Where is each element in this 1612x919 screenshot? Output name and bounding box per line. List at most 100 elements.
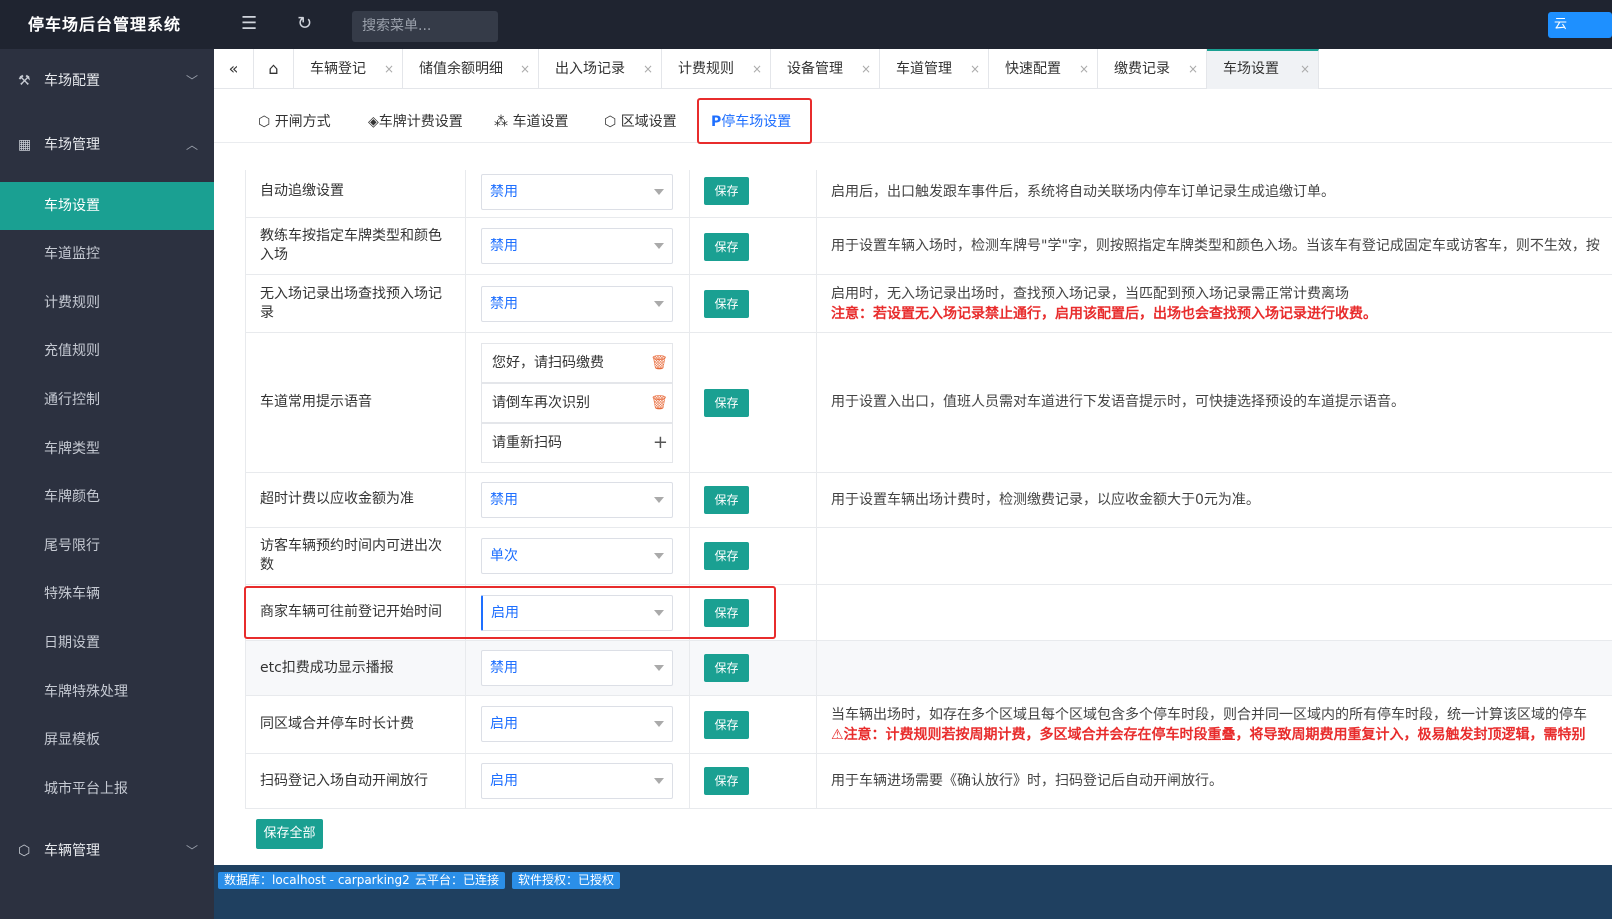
chevron-down-icon <box>654 553 664 559</box>
sidebar-group-vehicle-management[interactable]: ⬡ 车辆管理 ﹀ <box>0 819 214 883</box>
sidebar-group-lot-config[interactable]: ⚒ 车场配置 ﹀ <box>0 49 214 113</box>
column-divider <box>245 170 246 809</box>
chevron-down-icon <box>654 301 664 307</box>
subtab-zone-settings[interactable]: ⬡ 区域设置 <box>604 111 677 133</box>
column-divider <box>816 170 817 809</box>
voice-item[interactable]: 您好，请扫码缴费 🗑 <box>481 343 673 383</box>
setting-description: 用于设置车辆入场时，检测车牌号"学"字，则按照指定车牌类型和颜色入场。当该车有登… <box>831 238 1600 254</box>
setting-label: 访客车辆预约时间内可进出次数 <box>260 538 442 573</box>
sidebar-item-tail-restriction[interactable]: 尾号限行 <box>0 522 214 570</box>
tab-payment-records[interactable]: 缴费记录 × <box>1098 49 1207 89</box>
cube-icon: ⬡ <box>18 843 31 859</box>
save-button[interactable]: 保存 <box>704 654 749 682</box>
voice-item[interactable]: 请重新扫码 + <box>481 423 673 463</box>
close-icon[interactable]: × <box>970 49 980 89</box>
voice-item[interactable]: 请倒车再次识别 🗑 <box>481 383 673 423</box>
sidebar-item-display-template[interactable]: 屏显模板 <box>0 716 214 764</box>
tab-entry-exit-records[interactable]: 出入场记录 × <box>539 49 662 89</box>
setting-label: 自动追缴设置 <box>260 183 344 199</box>
setting-select[interactable]: 禁用 <box>481 650 673 686</box>
close-icon[interactable]: × <box>861 49 871 89</box>
setting-select[interactable]: 禁用 <box>481 482 673 518</box>
save-button[interactable]: 保存 <box>704 486 749 514</box>
status-bar: 数据库：localhost - carparking2 云平台：已连接 软件授权… <box>214 865 1612 919</box>
tab-device-management[interactable]: 设备管理 × <box>771 49 880 89</box>
tab-lot-settings[interactable]: 车场设置 × <box>1207 49 1319 89</box>
chevron-up-icon: ︿ <box>185 138 198 152</box>
save-button[interactable]: 保存 <box>704 711 749 739</box>
setting-description: 用于车辆进场需要《确认放行》时，扫码登记后自动开闸放行。 <box>831 773 1223 789</box>
chevron-down-icon <box>654 665 664 671</box>
tabs-scroll-left-icon[interactable]: « <box>214 49 254 89</box>
chevron-down-icon <box>654 243 664 249</box>
cloud-button[interactable]: 云 <box>1548 12 1612 38</box>
table-row: 无入场记录出场查找预入场记录 禁用 保存 启用时，无入场记录出场时，查找预入场记… <box>245 275 1612 333</box>
sidebar-item-recharge-rules[interactable]: 充值规则 <box>0 327 214 375</box>
layers-icon: ◈ <box>368 114 379 130</box>
setting-select[interactable]: 单次 <box>481 538 673 574</box>
tab-billing-rules[interactable]: 计费规则 × <box>662 49 771 89</box>
setting-select[interactable]: 禁用 <box>481 174 673 210</box>
save-button[interactable]: 保存 <box>704 233 749 261</box>
sidebar-group-lot-management[interactable]: ▦ 车场管理 ︿ <box>0 113 214 177</box>
close-icon[interactable]: × <box>752 49 762 89</box>
plus-icon[interactable]: + <box>653 424 668 462</box>
save-button[interactable]: 保存 <box>704 177 749 205</box>
menu-search-input[interactable]: 搜索菜单... <box>352 11 498 42</box>
close-icon[interactable]: × <box>1300 51 1310 87</box>
save-button[interactable]: 保存 <box>704 542 749 570</box>
setting-select[interactable]: 启用 <box>481 706 673 742</box>
status-database: 数据库：localhost - carparking2 <box>218 872 416 889</box>
save-button[interactable]: 保存 <box>704 389 749 417</box>
save-all-button[interactable]: 保存全部 <box>256 819 323 849</box>
table-row: 访客车辆预约时间内可进出次数 单次 保存 <box>245 528 1612 585</box>
nodes-icon: ⁂ <box>494 114 513 130</box>
menu-collapse-icon[interactable]: ☰ <box>241 13 257 35</box>
sidebar-item-city-platform[interactable]: 城市平台上报 <box>0 765 214 813</box>
highlight-box-merchant-row <box>244 586 776 639</box>
sidebar-item-lot-settings[interactable]: 车场设置 <box>0 182 214 230</box>
table-row: 扫码登记入场自动开闸放行 启用 保存 用于车辆进场需要《确认放行》时，扫码登记后… <box>245 754 1612 809</box>
close-icon[interactable]: × <box>1188 49 1198 89</box>
close-icon[interactable]: × <box>643 49 653 89</box>
trash-icon[interactable]: 🗑 <box>650 384 668 422</box>
home-icon[interactable]: ⌂ <box>254 49 294 89</box>
tab-vehicle-registration[interactable]: 车辆登记 × <box>294 49 403 89</box>
sidebar-item-plate-types[interactable]: 车牌类型 <box>0 425 214 473</box>
trash-icon[interactable]: 🗑 <box>650 344 668 382</box>
tab-lane-management[interactable]: 车道管理 × <box>880 49 989 89</box>
tab-stored-balance[interactable]: 储值余额明细 × <box>403 49 539 89</box>
setting-select[interactable]: 启用 <box>481 763 673 799</box>
subtab-plate-billing[interactable]: ◈车牌计费设置 <box>368 111 463 133</box>
setting-select[interactable]: 禁用 <box>481 286 673 322</box>
chevron-down-icon: ﹀ <box>185 844 198 858</box>
column-divider <box>689 170 690 809</box>
grid-icon: ▦ <box>18 137 32 153</box>
close-icon[interactable]: × <box>384 49 394 89</box>
sidebar-item-special-vehicles[interactable]: 特殊车辆 <box>0 570 214 618</box>
sidebar-item-lane-monitor[interactable]: 车道监控 <box>0 230 214 278</box>
table-row: 教练车按指定车牌类型和颜色入场 禁用 保存 用于设置车辆入场时，检测车牌号"学"… <box>245 218 1612 275</box>
setting-description: 启用时，无入场记录出场时，查找预入场记录，当匹配到预入场记录需正常计费离场 <box>831 286 1349 302</box>
setting-select[interactable]: 禁用 <box>481 228 673 264</box>
subtab-lane-settings[interactable]: ⁂ 车道设置 <box>494 111 568 133</box>
close-icon[interactable]: × <box>1079 49 1089 89</box>
save-button[interactable]: 保存 <box>704 767 749 795</box>
table-row: 车道常用提示语音 您好，请扫码缴费 🗑 请倒车再次识别 🗑 请重新扫码 + 保存 用于… <box>245 333 1612 473</box>
status-cloud: 云平台：已连接 <box>409 872 506 889</box>
sidebar-item-billing-rules[interactable]: 计费规则 <box>0 279 214 327</box>
sidebar-item-plate-special[interactable]: 车牌特殊处理 <box>0 668 214 716</box>
subtab-gate-mode[interactable]: ⬡ 开闸方式 <box>258 111 331 133</box>
tab-bar: « ⌂ 车辆登记 × 储值余额明细 × 出入场记录 × 计费规则 × 设备管理 × 车道管… <box>214 49 1612 89</box>
tab-quick-config[interactable]: 快速配置 × <box>989 49 1098 89</box>
setting-label: 无入场记录出场查找预入场记录 <box>260 286 442 321</box>
cube-icon: ⬡ <box>604 114 621 130</box>
sidebar-item-date-settings[interactable]: 日期设置 <box>0 619 214 667</box>
sidebar-item-plate-colors[interactable]: 车牌颜色 <box>0 473 214 521</box>
setting-label: 教练车按指定车牌类型和颜色入场 <box>260 228 442 263</box>
chevron-down-icon <box>654 721 664 727</box>
sidebar-item-access-control[interactable]: 通行控制 <box>0 376 214 424</box>
save-button[interactable]: 保存 <box>704 290 749 318</box>
refresh-icon[interactable]: ↻ <box>297 13 312 35</box>
close-icon[interactable]: × <box>520 49 530 89</box>
